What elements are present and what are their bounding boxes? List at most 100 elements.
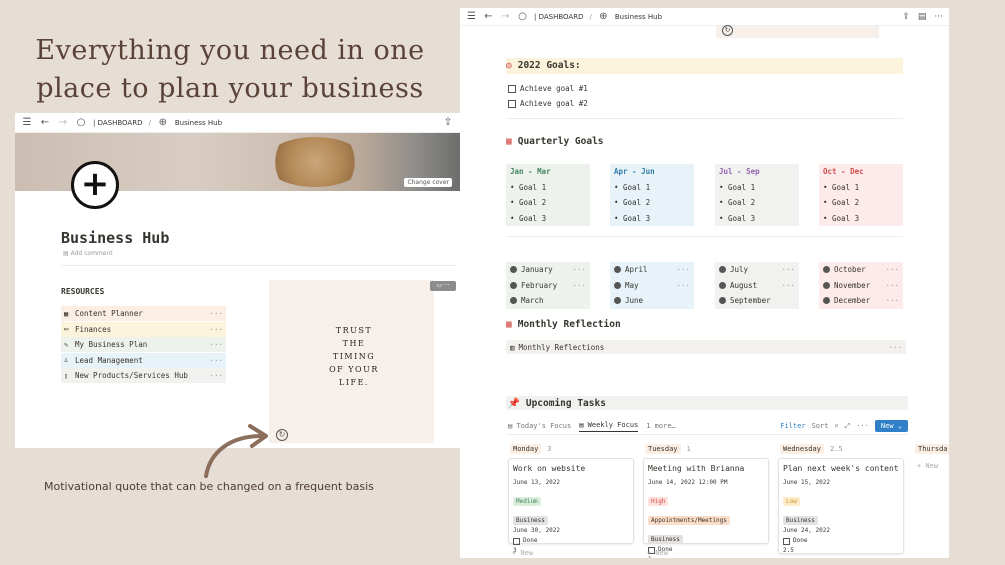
tasks-heading: 📌 Upcoming Tasks [506,396,908,410]
monthly-reflections-link[interactable]: ▥ Monthly Reflections ··· [506,340,906,354]
more-icon[interactable]: ··· [781,262,799,278]
quote-line: TRUST [335,326,373,335]
new-button[interactable]: New ⌄ [874,420,908,432]
resources-heading: RESOURCES [61,287,105,296]
month-item[interactable]: October ··· [819,262,903,278]
plan-icon: ✎ [64,340,69,349]
tab-todays-focus[interactable]: ▤ Today's Focus [508,422,571,430]
more-icon[interactable]: ··· [209,356,226,365]
sort-button[interactable]: Sort [812,422,829,430]
month-item[interactable]: July ··· [715,262,799,278]
clipboard-icon: ▯ [64,371,69,380]
task-card[interactable]: Plan next week's content June 15, 2022 L… [778,458,904,554]
more-options-icon[interactable]: ··· [856,422,869,430]
breadcrumb-business-hub[interactable]: Business Hub [175,119,222,127]
expand-icon[interactable]: ⤢ [845,422,851,431]
resource-item-products-hub[interactable]: ▯ New Products/Services Hub ··· [61,368,226,383]
add-comment-link[interactable]: ▤ Add comment [63,250,113,257]
quote-text: TRUST THE TIMING OF YOUR LIFE. [324,324,384,389]
quarter-goal: • Goal 1 [614,182,651,192]
more-icon[interactable]: ··· [885,293,903,309]
quarter-column-q4: Oct - Dec • Goal 1 • Goal 2 • Goal 3 [819,164,903,226]
month-icon [510,297,517,305]
month-icon [719,281,726,289]
more-icon[interactable]: ··· [781,278,799,294]
day-name: Wednesday [780,444,824,454]
share-icon[interactable]: ⇪ [902,12,910,22]
checkbox[interactable] [508,99,516,108]
resource-item-lead-management[interactable]: ♙ Lead Management ··· [61,352,226,368]
basket-image [265,137,365,187]
add-new-thursday[interactable]: + New [917,462,938,470]
breadcrumb-dashboard[interactable]: | DASHBOARD [93,119,142,127]
done-label: Done [793,537,808,544]
quote-line: OF YOUR [329,365,379,374]
refresh-icon[interactable]: ↻ [276,429,288,441]
breadcrumb-dashboard[interactable]: | DASHBOARD [534,13,583,21]
more-icon[interactable]: ··· [572,262,590,278]
add-comment-label: Add comment [70,250,113,257]
month-item[interactable]: March [506,293,590,309]
refresh-icon[interactable]: ↻ [722,25,733,36]
goal-checkbox-1[interactable]: Achieve goal #1 [508,84,588,93]
more-icon[interactable]: ··· [885,262,903,278]
done-checkbox[interactable]: Done [783,536,899,546]
add-new-monday[interactable]: + New [512,549,533,557]
forward-arrow-icon[interactable]: → [57,117,69,128]
task-card[interactable]: Meeting with Brianna June 14, 2022 12:00… [643,458,769,558]
more-icon[interactable]: ··· [209,340,226,349]
more-icon[interactable]: ··· [676,262,694,278]
comments-icon[interactable]: ▤ [918,12,927,22]
goal-checkbox-2[interactable]: Achieve goal #2 [508,99,588,108]
image-options-icon[interactable]: ▭ ··· [430,281,456,291]
resource-item-content-planner[interactable]: ▦ Content Planner ··· [61,306,226,321]
more-icon[interactable]: ··· [888,343,906,352]
quote-line: TIMING [332,352,376,361]
menu-icon[interactable]: ☰ [466,11,477,22]
forward-arrow-icon[interactable]: → [500,11,511,22]
resource-item-finances[interactable]: ▭ Finances ··· [61,321,226,337]
quarter-goal-label: Goal 3 [519,213,547,223]
back-arrow-icon[interactable]: ← [39,117,51,128]
book-icon: ▥ [510,342,515,352]
task-card[interactable]: Work on website June 13, 2022 Medium Bus… [508,458,634,554]
month-item[interactable]: June [610,293,694,309]
headline-line-1: Everything you need in one [35,35,425,66]
more-icon[interactable]: ··· [209,325,226,334]
quarter-goal: • Goal 3 [719,213,756,223]
more-options-icon[interactable]: ··· [934,12,943,22]
more-icon[interactable]: ··· [676,278,694,294]
month-item[interactable]: February ··· [506,278,590,294]
tab-weekly-focus[interactable]: ▤ Weekly Focus [579,421,639,432]
month-item[interactable]: January ··· [506,262,590,278]
checkbox[interactable] [513,537,520,545]
checkbox[interactable] [508,84,516,93]
priority-badge: Low [783,497,800,506]
tasks-heading-label: Upcoming Tasks [525,397,606,409]
tab-label: Today's Focus [516,422,572,430]
more-views-button[interactable]: 1 more… [646,422,676,430]
checkbox[interactable] [783,537,790,545]
month-item[interactable]: November ··· [819,278,903,294]
change-cover-button[interactable]: Change cover [404,178,452,187]
add-new-tuesday[interactable]: + New [647,549,668,557]
breadcrumb-business-hub[interactable]: Business Hub [615,13,662,21]
more-icon[interactable]: ··· [209,371,226,380]
resource-item-business-plan[interactable]: ✎ My Business Plan ··· [61,337,226,352]
month-item[interactable]: May ··· [610,278,694,294]
search-icon[interactable]: ⌕ [834,422,838,430]
task-date: June 13, 2022 [513,479,560,486]
month-item[interactable]: April ··· [610,262,694,278]
month-item[interactable]: August ··· [715,278,799,294]
resource-label: Content Planner [75,309,143,318]
share-icon[interactable]: ⇪ [442,117,454,128]
back-arrow-icon[interactable]: ← [483,11,494,22]
menu-icon[interactable]: ☰ [21,117,33,128]
more-icon[interactable]: ··· [885,278,903,294]
month-item[interactable]: December ··· [819,293,903,309]
more-icon[interactable]: ··· [572,278,590,294]
more-icon[interactable]: ··· [209,309,226,318]
done-checkbox[interactable]: Done [513,536,629,546]
filter-button[interactable]: Filter [780,422,805,430]
month-item[interactable]: September [715,293,799,309]
